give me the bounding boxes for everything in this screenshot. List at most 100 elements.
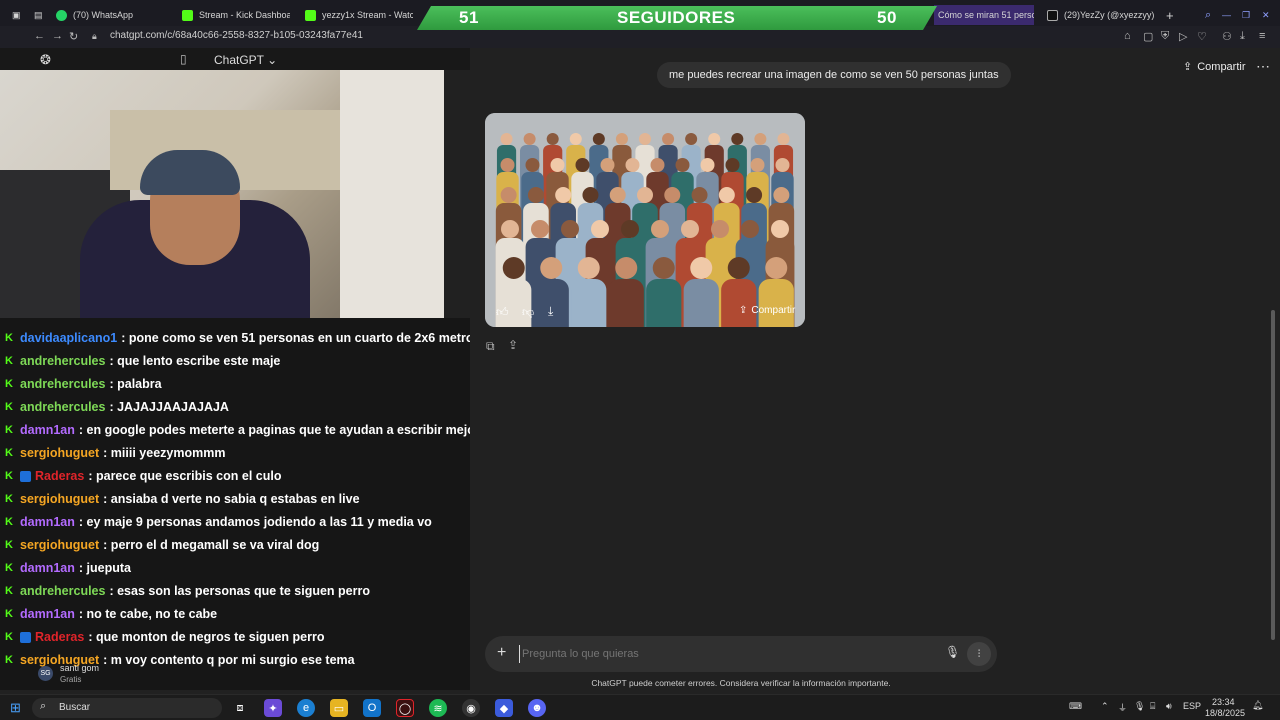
person-head bbox=[639, 133, 651, 145]
close-icon[interactable]: ✕ bbox=[1262, 5, 1270, 25]
language-indicator[interactable]: ESP bbox=[1183, 701, 1201, 711]
person-head bbox=[501, 220, 519, 238]
thumbs-up-icon[interactable]: 👍︎ bbox=[496, 305, 509, 320]
shield-icon[interactable]: ⛨ bbox=[1161, 30, 1169, 43]
tray-chevron-icon[interactable]: ⌃ bbox=[1101, 701, 1109, 712]
bookmark-icon[interactable]: ⌂ bbox=[1124, 30, 1131, 42]
chat-message: K Raderas : parece que escribis con el cul… bbox=[5, 469, 281, 483]
share-button[interactable]: ⇪ Compartir bbox=[1183, 60, 1246, 74]
search-icon[interactable]: ⌕ bbox=[1205, 5, 1211, 25]
chat-text: : en google podes meterte a paginas que … bbox=[78, 423, 480, 437]
back-icon[interactable]: ← bbox=[34, 30, 45, 42]
waveform-icon: ⫶ bbox=[977, 648, 981, 660]
followers-overlay: 51 SEGUIDORES 50 bbox=[417, 6, 937, 30]
screenshot-icon[interactable]: ▢ bbox=[1143, 30, 1153, 43]
chat-username[interactable]: sergiohuguet bbox=[20, 538, 99, 552]
tab-chatgpt[interactable]: Cómo se miran 51 person bbox=[934, 5, 1034, 25]
person-head bbox=[527, 187, 544, 203]
chat-username[interactable]: davidaaplicano1 bbox=[20, 331, 117, 345]
profile-icon[interactable]: ⚇ bbox=[1222, 30, 1232, 43]
copy-icon[interactable]: ⧉ bbox=[486, 339, 495, 354]
kick-badge-icon: K bbox=[5, 354, 13, 367]
discord-icon[interactable]: ☻ bbox=[528, 699, 546, 717]
attach-plus-icon[interactable]: + bbox=[497, 644, 506, 662]
chat-username[interactable]: andrehercules bbox=[20, 400, 105, 414]
microphone-icon[interactable]: 🎙︎ bbox=[945, 645, 960, 659]
tab-kick-stream[interactable]: yezzy1x Stream - Watch bbox=[305, 5, 413, 25]
tab-tiktok[interactable]: (29)YezZy (@xyezzyy) | bbox=[1047, 5, 1157, 25]
generated-image[interactable] bbox=[485, 113, 805, 327]
spotify-icon[interactable]: ≋ bbox=[429, 699, 447, 717]
kick-badge-icon: K bbox=[5, 469, 13, 482]
network-icon[interactable]: ⌸ bbox=[1150, 701, 1155, 712]
notifications-icon[interactable]: 🔔︎ bbox=[1252, 700, 1263, 711]
opera-icon[interactable]: ◯ bbox=[396, 699, 414, 717]
minimize-icon[interactable]: — bbox=[1222, 5, 1231, 25]
chat-username[interactable]: damn1an bbox=[20, 515, 75, 529]
chat-message: Kandrehercules: que lento escribe este m… bbox=[5, 354, 280, 368]
task-view-icon[interactable]: ⧈ bbox=[231, 699, 249, 717]
play-icon[interactable]: ▷ bbox=[1179, 30, 1187, 43]
roblox-icon[interactable]: ◆ bbox=[495, 699, 513, 717]
person-head bbox=[754, 133, 767, 145]
scrollbar[interactable] bbox=[1271, 310, 1275, 640]
whatsapp-icon bbox=[56, 9, 67, 21]
chat-username[interactable]: andrehercules bbox=[20, 377, 105, 391]
outlook-icon[interactable]: O bbox=[363, 699, 381, 717]
chat-username[interactable]: damn1an bbox=[20, 561, 75, 575]
keyboard-layout-icon[interactable]: ⌨ bbox=[1069, 701, 1082, 712]
new-tab-icon[interactable]: + bbox=[1166, 5, 1174, 25]
download-icon[interactable]: ⤓ bbox=[1240, 30, 1245, 43]
obs-icon[interactable]: ◉ bbox=[462, 699, 480, 717]
person-head bbox=[577, 257, 600, 279]
edge-icon[interactable]: e bbox=[297, 699, 315, 717]
chat-text: : ey maje 9 personas andamos jodiendo a … bbox=[78, 515, 432, 529]
url-field[interactable]: chatgpt.com/c/68a40c66-2558-8327-b105-03… bbox=[110, 30, 363, 41]
copilot-icon[interactable]: ✦ bbox=[264, 699, 282, 717]
mic-tray-icon[interactable]: 🎙︎ bbox=[1134, 701, 1145, 712]
model-selector[interactable]: ChatGPT ⌄ bbox=[214, 53, 277, 67]
person-head bbox=[771, 220, 789, 238]
thumbs-down-icon[interactable]: 👎︎ bbox=[522, 305, 534, 320]
download-image-icon[interactable]: ⤓ bbox=[548, 304, 553, 319]
chat-username[interactable]: Raderas bbox=[35, 630, 84, 644]
clock-time[interactable]: 23:34 bbox=[1212, 697, 1235, 707]
file-explorer-icon[interactable]: ▭ bbox=[330, 699, 348, 717]
chat-username[interactable]: andrehercules bbox=[20, 584, 105, 598]
tab-whatsapp[interactable]: (70) WhatsApp bbox=[56, 5, 174, 25]
tab-kick-dashboard[interactable]: Stream - Kick Dashboard bbox=[182, 5, 290, 25]
window-icon[interactable]: ▣ bbox=[12, 5, 21, 25]
chat-username[interactable]: sergiohuguet bbox=[20, 492, 99, 506]
person-head bbox=[775, 158, 790, 172]
avatar[interactable]: SG bbox=[38, 666, 53, 681]
more-options-icon[interactable]: ⋯ bbox=[1256, 58, 1270, 75]
person-head bbox=[777, 133, 790, 145]
sidebar-toggle-icon[interactable]: ▯ bbox=[180, 52, 187, 66]
chat-text: : esas son las personas que te siguen pe… bbox=[109, 584, 370, 598]
prompt-input[interactable] bbox=[519, 645, 919, 663]
voice-mode-button[interactable]: ⫶ bbox=[967, 642, 991, 666]
person-head bbox=[523, 133, 536, 145]
menu-icon[interactable]: ≡ bbox=[1259, 30, 1265, 42]
chat-username[interactable]: damn1an bbox=[20, 607, 75, 621]
share-message-icon[interactable]: ⇪ bbox=[508, 338, 518, 352]
chat-text: : palabra bbox=[109, 377, 162, 391]
chat-username[interactable]: andrehercules bbox=[20, 354, 105, 368]
volume-icon[interactable]: 🔊︎ bbox=[1166, 701, 1172, 712]
tabs-icon[interactable]: ▤ bbox=[34, 5, 43, 25]
chat-username[interactable]: sergiohuguet bbox=[20, 446, 99, 460]
reload-icon[interactable]: ↻ bbox=[69, 30, 78, 43]
chat-username[interactable]: damn1an bbox=[20, 423, 75, 437]
usb-icon[interactable]: ⏚ bbox=[1118, 701, 1127, 714]
person-head bbox=[531, 220, 549, 238]
chat-username[interactable]: Raderas bbox=[35, 469, 84, 483]
chat-text: : parece que escribis con el culo bbox=[88, 469, 282, 483]
clock-date[interactable]: 18/8/2025 bbox=[1205, 708, 1245, 718]
forward-icon[interactable]: → bbox=[52, 30, 63, 42]
taskbar-search-box[interactable]: ⌕ Buscar bbox=[32, 698, 222, 718]
heart-icon[interactable]: ♡ bbox=[1197, 30, 1207, 43]
chatgpt-logo-icon[interactable]: ❂ bbox=[40, 52, 51, 68]
maximize-icon[interactable]: ❐ bbox=[1242, 5, 1250, 25]
windows-start-icon[interactable]: ⊞ bbox=[10, 700, 21, 716]
image-share-button[interactable]: ⇪ Compartir bbox=[739, 305, 795, 316]
